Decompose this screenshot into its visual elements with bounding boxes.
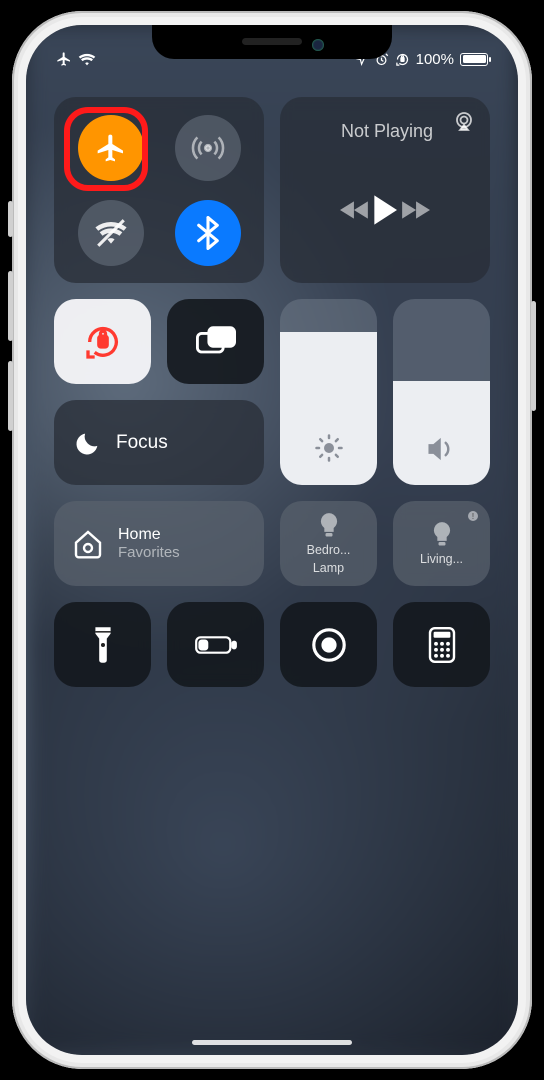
play-icon <box>370 194 400 226</box>
brightness-slider[interactable] <box>280 299 377 485</box>
media-controls-group[interactable]: Not Playing <box>280 97 490 283</box>
home-icon <box>72 528 104 560</box>
phone-frame: 100% <box>12 11 532 1069</box>
device-label: Living... <box>399 553 484 567</box>
calculator-icon <box>428 627 456 663</box>
screen-record-button[interactable] <box>280 602 377 687</box>
rewind-icon <box>340 199 370 221</box>
battery-percent-label: 100% <box>416 51 454 68</box>
media-next-button[interactable] <box>400 199 430 221</box>
bulb-icon <box>430 521 454 549</box>
alert-badge-icon: ! <box>468 511 478 521</box>
cellular-data-toggle[interactable] <box>175 115 241 181</box>
screen-mirroring-icon <box>196 326 236 358</box>
battery-icon <box>460 53 488 66</box>
control-center: Not Playing <box>26 25 518 1055</box>
home-indicator[interactable] <box>192 1040 352 1045</box>
wifi-off-icon <box>94 218 128 248</box>
orientation-lock-status-icon <box>395 52 410 67</box>
airplay-icon <box>452 109 476 133</box>
focus-label: Focus <box>116 432 168 454</box>
calculator-button[interactable] <box>393 602 490 687</box>
flashlight-button[interactable] <box>54 602 151 687</box>
screen-mirroring-button[interactable] <box>167 299 264 384</box>
rotation-lock-icon <box>83 322 123 362</box>
media-title-label: Not Playing <box>341 121 433 142</box>
wifi-status-icon <box>78 52 96 66</box>
device-sublabel: Lamp <box>286 562 371 576</box>
media-prev-button[interactable] <box>340 199 370 221</box>
home-title-label: Home <box>118 525 180 544</box>
bluetooth-icon <box>195 216 221 250</box>
airplane-icon <box>95 132 127 164</box>
bluetooth-toggle[interactable] <box>175 200 241 266</box>
brightness-icon <box>314 433 344 463</box>
forward-icon <box>400 199 430 221</box>
device-tile-living[interactable]: ! Living... <box>393 501 490 586</box>
device-tile-bedroom-lamp[interactable]: Bedro... Lamp <box>280 501 377 586</box>
bulb-icon <box>317 512 341 540</box>
screen: 100% <box>26 25 518 1055</box>
orientation-lock-toggle[interactable] <box>54 299 151 384</box>
home-favorites-button[interactable]: Home Favorites <box>54 501 264 586</box>
flashlight-icon <box>92 626 114 664</box>
moon-icon <box>74 429 102 457</box>
wifi-toggle[interactable] <box>78 200 144 266</box>
battery-low-icon <box>194 633 238 657</box>
low-power-mode-button[interactable] <box>167 602 264 687</box>
volume-icon <box>426 435 458 463</box>
airplane-mode-toggle[interactable] <box>78 115 144 181</box>
airplane-mode-status-icon <box>56 51 72 67</box>
connectivity-group[interactable] <box>54 97 264 283</box>
device-label: Bedro... <box>286 544 371 558</box>
antenna-icon <box>191 131 225 165</box>
notch <box>152 25 392 59</box>
airplay-button[interactable] <box>452 109 476 133</box>
record-icon <box>310 626 348 664</box>
volume-slider[interactable] <box>393 299 490 485</box>
home-subtitle-label: Favorites <box>118 544 180 562</box>
focus-button[interactable]: Focus <box>54 400 264 485</box>
media-play-button[interactable] <box>370 194 400 226</box>
